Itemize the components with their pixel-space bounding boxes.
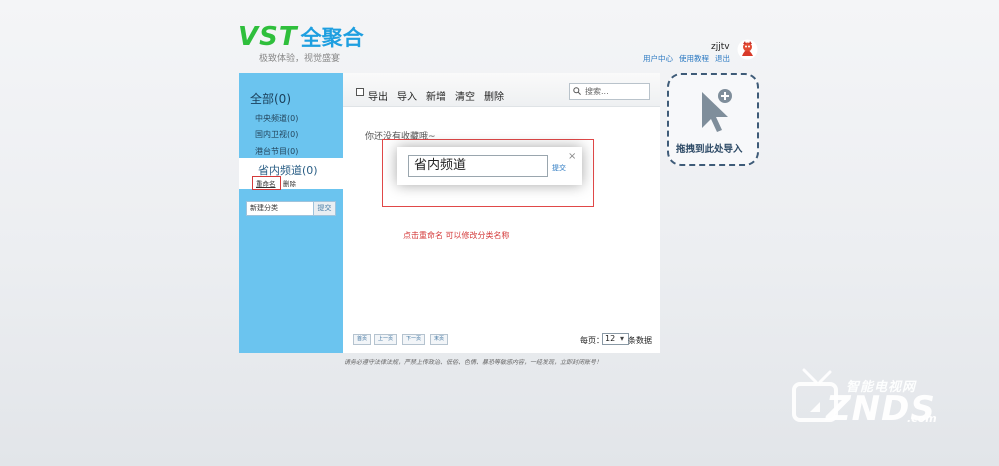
drop-zone-label: 拖拽到此处导入 [676,144,743,155]
next-page-button[interactable]: 下一页 [402,334,426,345]
slogan: 极致体验，视觉盛宴 [259,54,341,64]
clear-button[interactable]: 清空 [455,88,475,103]
tutorial-link[interactable]: 使用教程 [679,53,709,64]
main-panel [343,73,660,353]
user-center-link[interactable]: 用户中心 [643,53,673,64]
sidebar-item-hk-tw[interactable]: 港台节目(0) [255,146,298,157]
delete-button[interactable]: 删除 [484,88,504,103]
per-page-label: 每页： [580,336,604,345]
last-page-button[interactable]: 末页 [430,334,449,345]
search-icon [573,87,581,95]
search-input[interactable] [569,83,650,100]
sidebar-item-all[interactable]: 全部(0) [250,90,291,107]
new-category-input[interactable]: 新建分类 [246,201,314,216]
export-button[interactable]: 导出 [368,88,388,103]
prev-page-button[interactable]: 上一页 [374,334,398,345]
per-page-suffix: 条数据 [628,336,652,345]
rename-hint: 点击重命名 可以修改分类名称 [403,231,510,240]
search-placeholder: 搜索... [585,87,609,96]
rename-link[interactable]: 重命名 [256,178,276,188]
watermark-com-text: .com [907,412,937,425]
app-logo: VST 全聚合 [238,22,364,52]
close-icon[interactable]: × [568,152,576,162]
select-all-checkbox[interactable] [356,88,364,96]
new-category-form: 新建分类 提交 [246,201,336,216]
per-page-select[interactable]: 12 [602,333,629,345]
cursor-add-icon [702,89,732,132]
delete-category-link[interactable]: 删除 [283,178,296,188]
logo-cjk-text: 全聚合 [300,26,364,50]
username: zjjtv [711,42,730,52]
sidebar-item-satellite[interactable]: 国内卫视(0) [255,129,298,140]
chevron-down-icon: ▾ [620,334,625,343]
add-button[interactable]: 新增 [426,88,446,103]
logo-latin-text: VST [238,22,298,52]
logout-link[interactable]: 退出 [715,53,730,64]
new-category-submit-button[interactable]: 提交 [314,201,336,216]
first-page-button[interactable]: 首页 [353,334,372,345]
user-links: 用户中心 使用教程 退出 [643,53,730,64]
import-button[interactable]: 导入 [397,88,417,103]
sidebar-item-cctv[interactable]: 中央频道(0) [255,113,298,124]
avatar[interactable] [737,39,758,60]
footer-note: 请务必遵守法律法规，严禁上传政治、低俗、色情、暴恐等敏感内容，一经发现，立即封闭… [344,359,603,366]
rename-input[interactable]: 省内频道 [408,155,548,177]
rename-submit-button[interactable]: 提交 [552,163,566,173]
